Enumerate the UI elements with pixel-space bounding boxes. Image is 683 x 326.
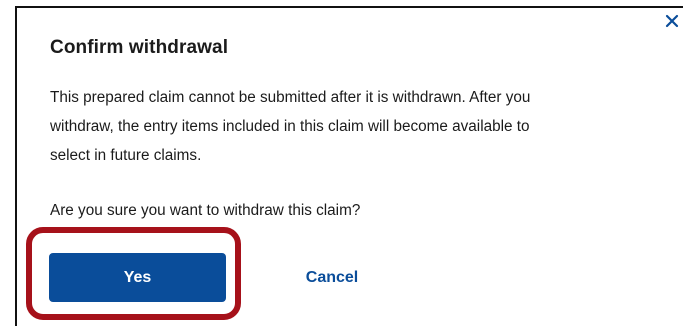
dialog-message-line: This prepared claim cannot be submitted … xyxy=(50,89,531,106)
close-button[interactable] xyxy=(663,10,681,32)
cancel-button[interactable]: Cancel xyxy=(296,253,368,302)
screenshot-canvas: Confirm withdrawal This prepared claim c… xyxy=(0,0,683,326)
close-icon xyxy=(665,14,679,28)
dialog-message: This prepared claim cannot be submitted … xyxy=(50,83,670,170)
dialog-message-line: withdraw, the entry items included in th… xyxy=(50,118,530,135)
dialog-question: Are you sure you want to withdraw this c… xyxy=(50,202,361,219)
dialog-message-line: select in future claims. xyxy=(50,147,202,164)
dialog-title: Confirm withdrawal xyxy=(50,37,229,58)
yes-button[interactable]: Yes xyxy=(49,253,226,302)
